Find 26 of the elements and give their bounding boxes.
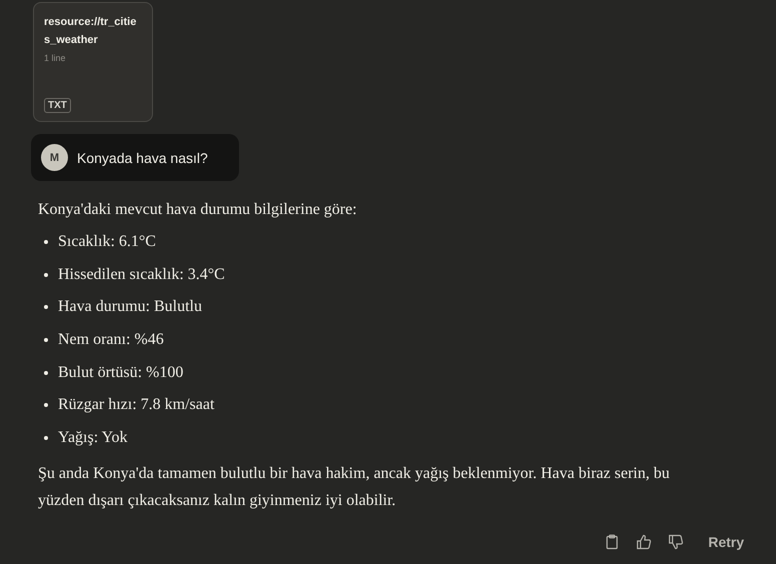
list-item-text: Hava durumu: Bulutlu	[58, 298, 202, 316]
file-type-badge: TXT	[44, 98, 71, 113]
list-item-text: Yağış: Yok	[58, 428, 128, 447]
response-intro: Konya'daki mevcut hava durumu bilgilerine göre:	[38, 200, 358, 220]
thumbs-up-icon[interactable]	[636, 534, 652, 550]
bullet-icon	[44, 370, 48, 375]
attachment-meta: 1 line	[44, 53, 67, 63]
user-avatar: M	[41, 144, 68, 171]
list-item-text: Hissedilen sıcaklık: 3.4°C	[58, 266, 225, 284]
user-message-text: Konyada hava nasıl?	[77, 150, 208, 166]
bullet-icon	[44, 436, 48, 440]
bullet-icon	[44, 240, 48, 244]
bullet-icon	[44, 305, 48, 310]
list-item-text: Rüzgar hızı: 7.8 km/saat	[58, 396, 214, 414]
bullet-icon	[44, 338, 48, 342]
thumbs-down-icon[interactable]	[668, 534, 684, 550]
retry-button[interactable]: Retry	[708, 532, 744, 552]
bullet-icon	[44, 272, 48, 277]
copy-icon[interactable]	[604, 534, 620, 550]
list-item-text: Nem oranı: %46	[58, 331, 164, 350]
list-item-text: Bulut örtüsü: %100	[58, 364, 184, 382]
bullet-icon	[44, 403, 48, 408]
attachment-title: resource://tr_cities_weather	[44, 15, 138, 48]
attachment-card[interactable]: resource://tr_cities_weather 1 line TXT	[33, 2, 153, 122]
response-summary: Şu anda Konya'da tamamen bulutlu bir hava hakim, ancak yağış beklenmiyor. Hava biraz serin, bu yüzden dışarı çıkacaksanız kalın giyinmeniz iyi olabilir.	[38, 464, 671, 512]
list-item-text: Sıcaklık: 6.1°C	[58, 233, 156, 252]
